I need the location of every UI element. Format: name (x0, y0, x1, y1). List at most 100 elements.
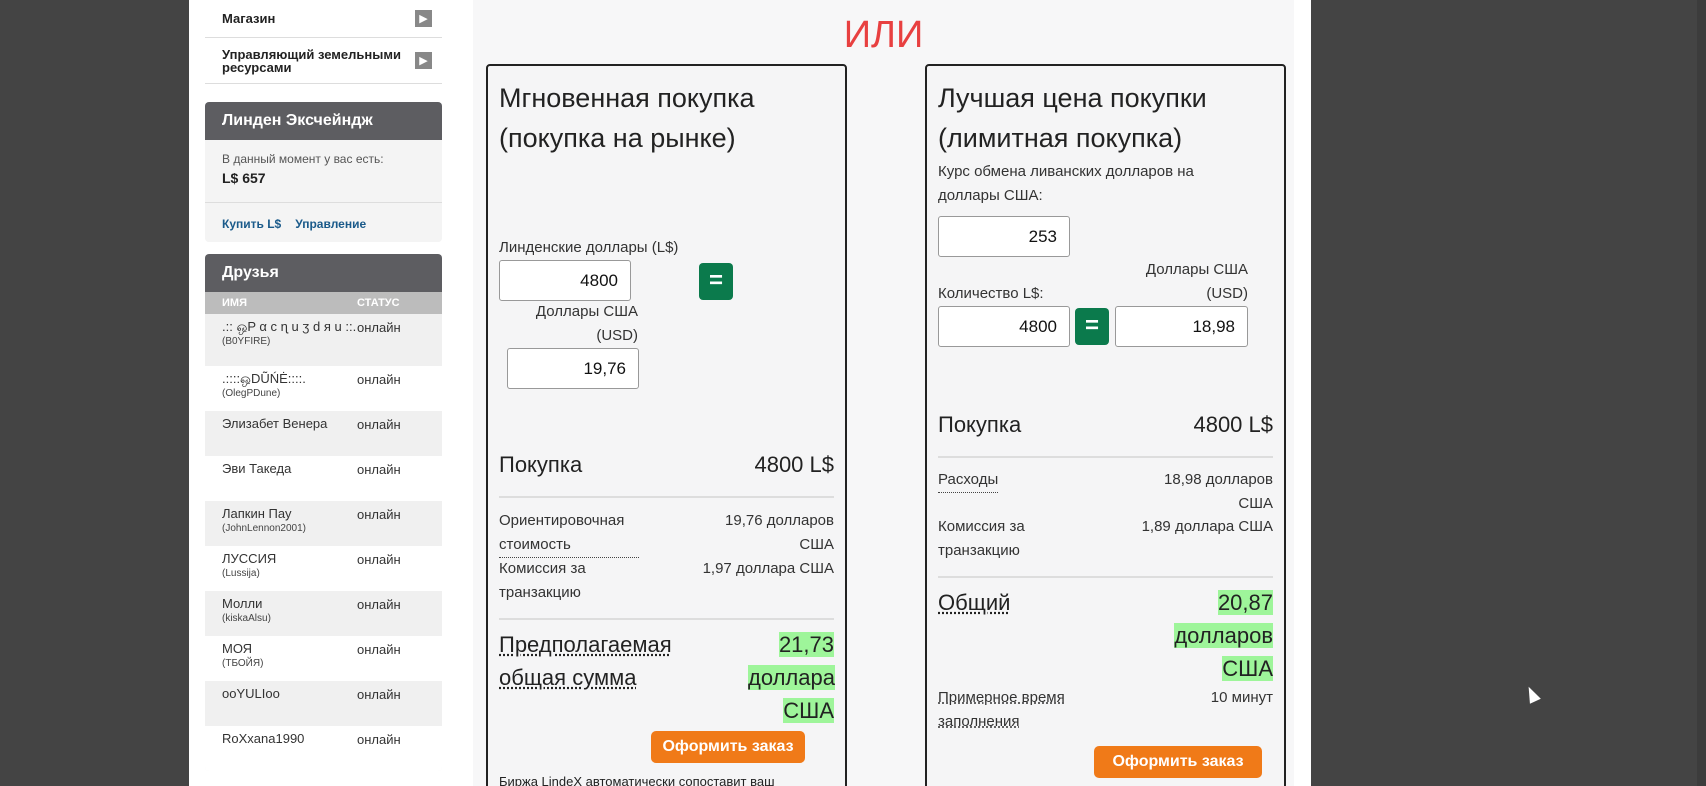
friend-name: RoXxana1990 (222, 731, 305, 746)
limit-usd-input[interactable]: 18,98 (1115, 306, 1248, 347)
friend-row[interactable]: Молли (kiskaAlsu) онлайн (205, 591, 442, 636)
fee-row: Комиссия за транзакцию 1,89 доллара США (938, 515, 1273, 563)
total-label: Предполагаемая общая сумма (499, 632, 672, 690)
est-cost-value: 19,76 долларов США (725, 512, 834, 553)
friend-status: онлайн (357, 417, 401, 432)
fee-label: Комиссия за транзакцию (499, 560, 586, 601)
equals-button[interactable]: = (699, 263, 733, 300)
friend-row[interactable]: ooYULIoo онлайн (205, 681, 442, 726)
divider (499, 496, 834, 498)
friend-row[interactable]: Эви Такеда онлайн (205, 456, 442, 501)
order-button[interactable]: Оформить заказ (651, 731, 805, 763)
friend-row[interactable]: ЛУССИЯ (Lussija) онлайн (205, 546, 442, 591)
sidebar-link-land-manager[interactable]: Управляющий земельными ресурсами ▶ (205, 38, 442, 84)
order-button[interactable]: Оформить заказ (1094, 746, 1262, 778)
footer-note: Биржа LindeX автоматически сопоставит ва… (499, 774, 775, 786)
friend-row[interactable]: RoXxana1990 онлайн (205, 726, 442, 771)
friend-status: онлайн (357, 642, 401, 657)
limit-usd-label: Доллары США (USD) (1145, 261, 1248, 302)
friend-username: (JohnLennon2001) (222, 523, 306, 534)
friend-status: онлайн (357, 597, 401, 612)
column-header-name: ИМЯ (222, 297, 247, 309)
sidebar-link-label: Магазин (222, 11, 276, 26)
balance-panel: В данный момент у вас есть: L$ 657 (205, 140, 442, 202)
friend-name: .:: ஒP α ϲ ɳ u ʒ d я u ::. (222, 319, 357, 334)
buy-linden-link[interactable]: Купить L$ (222, 217, 281, 242)
total-label: Общий (938, 590, 1011, 615)
or-divider-label: ИЛИ (843, 14, 924, 56)
divider (499, 618, 834, 620)
friends-box: Друзья ИМЯ СТАТУС .:: ஒP α ϲ ɳ u ʒ d я u… (205, 254, 442, 771)
instant-purchase-row: Покупка 4800 L$ (499, 452, 834, 478)
limit-purchase-row: Покупка 4800 L$ (938, 412, 1273, 438)
linden-exchange-box: Линден Эксчейндж В данный момент у вас е… (205, 102, 442, 242)
instant-buy-card: Мгновенная покупка (покупка на рынке) Ли… (486, 64, 847, 786)
cost-value: 18,98 долларов США (1164, 471, 1273, 512)
friend-row[interactable]: МОЯ (ТБОЙЯ) онлайн (205, 636, 442, 681)
friend-username: (kiskaAlsu) (222, 613, 271, 624)
friend-status: онлайн (357, 372, 401, 387)
column-header-status: СТАТУС (357, 297, 400, 309)
usd-label: Доллары США (USD) (535, 303, 638, 344)
friend-name: МОЯ (222, 641, 253, 656)
est-cost-row: Ориентировочная стоимость 19,76 долларов… (499, 509, 834, 558)
friend-row[interactable]: Лапкин Пау (JohnLennon2001) онлайн (205, 501, 442, 546)
fee-label: Комиссия за транзакцию (938, 518, 1025, 559)
qty-label: Количество L$: (938, 285, 1044, 302)
friend-row[interactable]: .:: ஒP α ϲ ɳ u ʒ d я u ::. (B0YFIRE) онла… (205, 314, 442, 366)
sidebar-link-label: Управляющий земельными ресурсами (222, 46, 401, 75)
friend-row[interactable]: Элизабет Венера онлайн (205, 411, 442, 456)
friend-username: (OlegPDune) (222, 388, 281, 399)
friend-name: Молли (222, 596, 263, 611)
exchange-title: Линден Эксчейндж (205, 102, 442, 140)
page: Магазин ▶ Управляющий земельными ресурса… (189, 0, 1311, 786)
friend-username: (ТБОЙЯ) (222, 658, 264, 669)
ld-amount-input[interactable]: 4800 (499, 260, 631, 301)
limit-buy-card: Лучшая цена покупки (лимитная покупка) К… (925, 64, 1286, 786)
purchase-value: 4800 L$ (754, 452, 834, 477)
rate-input[interactable]: 253 (938, 216, 1070, 257)
friends-title: Друзья (205, 254, 442, 292)
main-content: ИЛИ Мгновенная покупка (покупка на рынке… (473, 0, 1294, 786)
qty-input[interactable]: 4800 (938, 306, 1070, 347)
friend-name: Лапкин Пау (222, 506, 292, 521)
divider (938, 456, 1273, 458)
manage-link[interactable]: Управление (295, 217, 366, 242)
purchase-value: 4800 L$ (1193, 412, 1273, 437)
usd-amount-input[interactable]: 19,76 (507, 348, 639, 389)
limit-buy-title: Лучшая цена покупки (лимитная покупка) (938, 83, 1207, 153)
chevron-right-icon: ▶ (415, 10, 432, 27)
scrollbar[interactable] (1697, 0, 1706, 786)
friend-status: онлайн (357, 507, 401, 522)
friend-name: .::::ஒDŨŃĖ::::. (222, 371, 306, 386)
fill-time-row: Примерное время заполнения 10 минут (938, 686, 1273, 734)
friend-username: (B0YFIRE) (222, 336, 271, 347)
friends-list: .:: ஒP α ϲ ɳ u ʒ d я u ::.(B0YFIRE) онла… (205, 314, 442, 771)
friend-username: (Lussija) (222, 568, 260, 579)
friend-name: Эви Такеда (222, 461, 292, 476)
friend-name: ooYULIoo (222, 686, 280, 701)
fee-value: 1,97 доллара США (702, 560, 834, 577)
fee-value: 1,89 доллара США (1141, 518, 1273, 535)
fee-row: Комиссия за транзакцию 1,97 доллара США (499, 557, 834, 605)
purchase-label: Покупка (938, 412, 1022, 437)
instant-total-row: Предполагаемая общая сумма 21,73 доллара… (499, 628, 835, 727)
limit-total-row: Общий 20,87 долларов США (938, 586, 1273, 685)
sidebar: Магазин ▶ Управляющий земельными ресурса… (205, 0, 442, 771)
balance-value: L$ 657 (222, 170, 266, 186)
friend-status: онлайн (357, 732, 401, 747)
friend-status: онлайн (357, 552, 401, 567)
est-cost-label: Ориентировочная стоимость (499, 509, 639, 558)
friend-status: онлайн (357, 687, 401, 702)
exchange-links: Купить L$ Управление (205, 202, 442, 242)
total-value: 20,87 долларов США (1174, 590, 1273, 681)
friend-name: ЛУССИЯ (222, 551, 277, 566)
chevron-right-icon: ▶ (415, 52, 432, 69)
friend-row[interactable]: .::::ஒDŨŃĖ::::.(OlegPDune) онлайн (205, 366, 442, 411)
equals-button[interactable]: = (1075, 308, 1109, 345)
friends-table-header: ИМЯ СТАТУС (205, 292, 442, 314)
sidebar-link-shop[interactable]: Магазин ▶ (205, 0, 442, 38)
instant-buy-title: Мгновенная покупка (покупка на рынке) (499, 83, 755, 153)
fill-time-label: Примерное время заполнения (938, 689, 1065, 730)
fill-time-value: 10 минут (1210, 689, 1273, 706)
